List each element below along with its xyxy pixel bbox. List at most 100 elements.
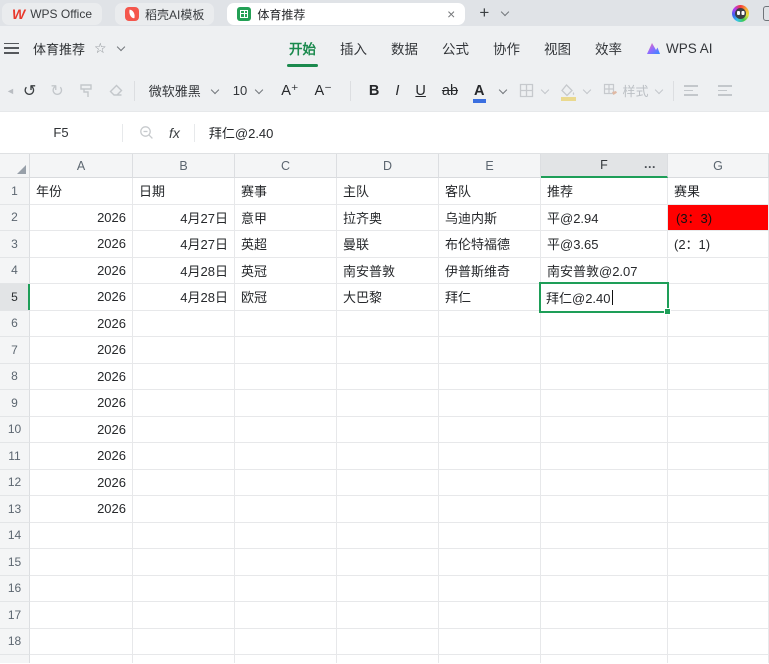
cell-G6[interactable] xyxy=(668,310,769,337)
cell-F16[interactable] xyxy=(541,575,668,602)
favorite-star-icon[interactable]: ☆ xyxy=(94,40,107,57)
italic-button[interactable]: I xyxy=(395,83,399,99)
main-menu-icon[interactable] xyxy=(4,42,19,54)
cell-G12[interactable] xyxy=(668,469,769,496)
cell-G14[interactable] xyxy=(668,522,769,549)
ribbon-tab-视图[interactable]: 视图 xyxy=(544,38,571,58)
underline-button[interactable]: U xyxy=(415,83,425,99)
cell-E3[interactable]: 布伦特福德 xyxy=(439,231,541,258)
row-header-1[interactable]: 1 xyxy=(0,178,30,205)
cell-D6[interactable] xyxy=(337,310,439,337)
cell-C9[interactable] xyxy=(235,390,337,417)
align-top-icon[interactable] xyxy=(683,85,698,96)
row-header-6[interactable]: 6 xyxy=(0,310,30,337)
row-header-5[interactable]: 5 xyxy=(0,284,30,311)
column-header-F[interactable]: F… xyxy=(541,154,668,178)
cell-E8[interactable] xyxy=(439,363,541,390)
cell-A6[interactable]: 2026 xyxy=(30,310,133,337)
cell-F2[interactable]: 平@2.94 xyxy=(541,204,668,231)
cell-F6[interactable] xyxy=(541,310,668,337)
column-header-A[interactable]: A xyxy=(30,154,133,178)
column-header-E[interactable]: E xyxy=(439,154,541,178)
cell-C12[interactable] xyxy=(235,469,337,496)
cell-B13[interactable] xyxy=(133,496,235,523)
tab-sports-recommendation[interactable]: 体育推荐 × xyxy=(227,3,466,25)
cell-A1[interactable]: 年份 xyxy=(30,178,133,205)
cell-F4[interactable]: 南安普敦@2.07 xyxy=(541,257,668,284)
ribbon-tab-协作[interactable]: 协作 xyxy=(493,38,520,58)
cell-G7[interactable] xyxy=(668,337,769,364)
title-dropdown-icon[interactable] xyxy=(117,44,125,52)
cell-C2[interactable]: 意甲 xyxy=(235,204,337,231)
close-tab-icon[interactable]: × xyxy=(447,6,455,22)
cell-A15[interactable] xyxy=(30,549,133,576)
cell-G10[interactable] xyxy=(668,416,769,443)
cell-D16[interactable] xyxy=(337,575,439,602)
cell-A14[interactable] xyxy=(30,522,133,549)
ribbon-tab-开始[interactable]: 开始 xyxy=(287,38,318,67)
cell-E6[interactable] xyxy=(439,310,541,337)
cell-B10[interactable] xyxy=(133,416,235,443)
cell-F3[interactable]: 平@3.65 xyxy=(541,231,668,258)
cell-F13[interactable] xyxy=(541,496,668,523)
cell-D8[interactable] xyxy=(337,363,439,390)
row-header-17[interactable]: 17 xyxy=(0,602,30,629)
cell-E11[interactable] xyxy=(439,443,541,470)
row-header-16[interactable]: 16 xyxy=(0,575,30,602)
cell-C5[interactable]: 欧冠 xyxy=(235,284,337,311)
cell-G18[interactable] xyxy=(668,628,769,655)
ribbon-tab-效率[interactable]: 效率 xyxy=(595,38,622,58)
cell-E7[interactable] xyxy=(439,337,541,364)
decrease-font-button[interactable]: A⁻ xyxy=(315,83,332,99)
name-box[interactable]: F5 xyxy=(0,125,122,140)
cell-F10[interactable] xyxy=(541,416,668,443)
cell-C10[interactable] xyxy=(235,416,337,443)
cell-C17[interactable] xyxy=(235,602,337,629)
row-header-15[interactable]: 15 xyxy=(0,549,30,576)
cell-E15[interactable] xyxy=(439,549,541,576)
row-header-12[interactable]: 12 xyxy=(0,469,30,496)
cell-A16[interactable] xyxy=(30,575,133,602)
cell-D3[interactable]: 曼联 xyxy=(337,231,439,258)
column-header-B[interactable]: B xyxy=(133,154,235,178)
cell-E18[interactable] xyxy=(439,628,541,655)
collapse-toolbar-icon[interactable]: ◄ xyxy=(6,86,15,96)
cell-F14[interactable] xyxy=(541,522,668,549)
sidebar-toggle-icon[interactable] xyxy=(763,5,769,21)
cell-C14[interactable] xyxy=(235,522,337,549)
cell-B3[interactable]: 4月27日 xyxy=(133,231,235,258)
row-header-2[interactable]: 2 xyxy=(0,204,30,231)
cell-F17[interactable] xyxy=(541,602,668,629)
cell-D4[interactable]: 南安普敦 xyxy=(337,257,439,284)
cell-style-chevron-icon[interactable] xyxy=(655,87,663,95)
cell-B9[interactable] xyxy=(133,390,235,417)
cell-E5[interactable]: 拜仁 xyxy=(439,284,541,311)
column-header-D[interactable]: D xyxy=(337,154,439,178)
cell-E2[interactable]: 乌迪内斯 xyxy=(439,204,541,231)
cell-B14[interactable] xyxy=(133,522,235,549)
column-header-G[interactable]: G xyxy=(668,154,769,178)
cell-G19[interactable] xyxy=(668,655,769,663)
cell-G8[interactable] xyxy=(668,363,769,390)
cell-A13[interactable]: 2026 xyxy=(30,496,133,523)
cell-F7[interactable] xyxy=(541,337,668,364)
increase-font-button[interactable]: A⁺ xyxy=(281,83,298,99)
row-header-7[interactable]: 7 xyxy=(0,337,30,364)
ribbon-tab-插入[interactable]: 插入 xyxy=(340,38,367,58)
cell-G16[interactable] xyxy=(668,575,769,602)
cell-B8[interactable] xyxy=(133,363,235,390)
cell-D15[interactable] xyxy=(337,549,439,576)
strikethrough-button[interactable]: ab xyxy=(442,83,458,99)
cell-D13[interactable] xyxy=(337,496,439,523)
cell-D5[interactable]: 大巴黎 xyxy=(337,284,439,311)
cell-A12[interactable]: 2026 xyxy=(30,469,133,496)
cell-E12[interactable] xyxy=(439,469,541,496)
cell-F12[interactable] xyxy=(541,469,668,496)
cell-E16[interactable] xyxy=(439,575,541,602)
cell-B6[interactable] xyxy=(133,310,235,337)
cell-E1[interactable]: 客队 xyxy=(439,178,541,205)
cell-G9[interactable] xyxy=(668,390,769,417)
row-header-13[interactable]: 13 xyxy=(0,496,30,523)
ribbon-tab-WPS AI[interactable]: WPS AI xyxy=(646,41,713,56)
cell-D14[interactable] xyxy=(337,522,439,549)
